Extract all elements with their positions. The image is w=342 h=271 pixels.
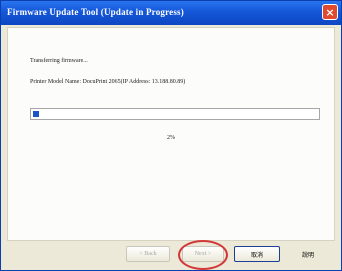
close-button[interactable]: ×	[322, 4, 338, 20]
close-icon: ×	[325, 5, 335, 19]
cancel-button[interactable]: 取消	[234, 246, 280, 262]
title-bar: Firmware Update Tool (Update in Progress…	[1, 1, 341, 25]
printer-model-text: Printer Model Name: DocuPrint 2065(IP Ad…	[30, 79, 186, 85]
highlight-annotation-circle	[178, 240, 228, 270]
help-button[interactable]: 說明	[290, 246, 326, 262]
status-text: Transferring firmware...	[30, 58, 88, 64]
back-button[interactable]: < Back	[126, 246, 170, 262]
progress-bar	[30, 108, 320, 120]
progress-percent: 2%	[167, 135, 175, 141]
window-title: Firmware Update Tool (Update in Progress…	[7, 7, 184, 17]
progress-fill	[33, 111, 39, 117]
button-bar: < Back Next > 取消 說明	[0, 246, 342, 268]
